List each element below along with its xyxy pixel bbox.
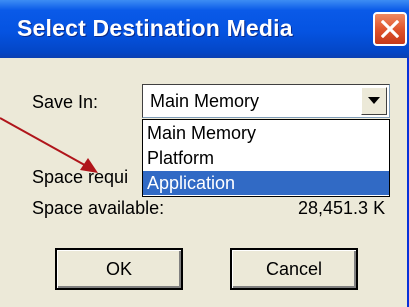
dropdown-option-platform[interactable]: Platform — [143, 146, 389, 170]
space-available-value: 28,451.3 K — [298, 198, 386, 218]
ok-button[interactable]: OK — [55, 248, 183, 290]
save-in-select[interactable]: Main Memory — [142, 84, 390, 118]
title-bar[interactable]: Select Destination Media — [0, 0, 409, 58]
dropdown-button[interactable] — [361, 87, 387, 115]
save-in-selected-value: Main Memory — [150, 91, 260, 111]
dropdown-option-main-memory[interactable]: Main Memory — [143, 121, 389, 145]
close-button[interactable] — [373, 12, 407, 46]
chevron-down-icon — [368, 97, 380, 104]
annotation-arrow-icon — [0, 117, 98, 173]
dialog-title: Select Destination Media — [17, 15, 293, 41]
cancel-button[interactable]: Cancel — [230, 248, 358, 290]
close-icon — [381, 20, 399, 38]
dropdown-option-application[interactable]: Application — [143, 171, 389, 195]
option-label: Platform — [147, 148, 215, 168]
space-available-label: Space available: — [32, 198, 165, 218]
option-label: Main Memory — [147, 123, 257, 143]
option-label: Application — [147, 173, 236, 193]
save-in-dropdown-list: Main Memory Platform Application — [142, 119, 390, 197]
